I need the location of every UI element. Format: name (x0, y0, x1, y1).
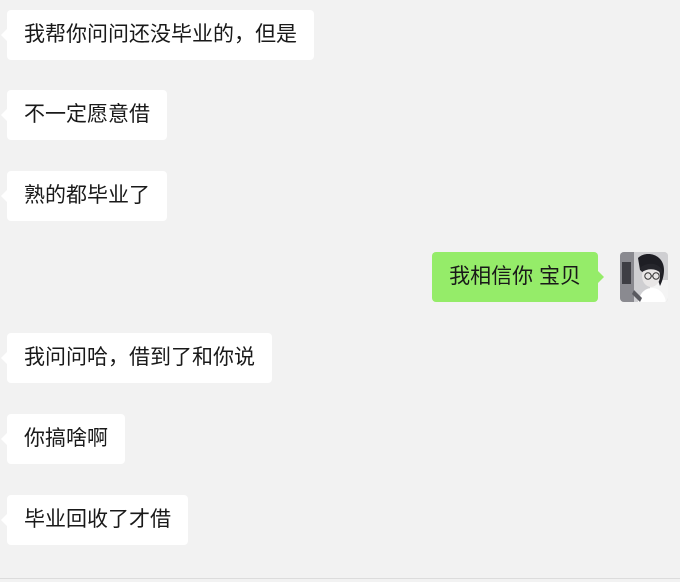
message-bubble-outgoing[interactable]: 我相信你 宝贝 (432, 252, 604, 302)
message-text: 不一定愿意借 (24, 103, 150, 126)
chat-message-list[interactable]: 我帮你问问还没毕业的，但是 不一定愿意借 熟的都毕业了 我相信你 宝贝 我问问哈… (0, 0, 680, 578)
message-bubble-incoming[interactable]: 毕业回收了才借 (1, 495, 188, 545)
message-bubble-incoming[interactable]: 不一定愿意借 (1, 90, 167, 140)
message-text: 我帮你问问还没毕业的，但是 (24, 23, 297, 46)
message-bubble-incoming[interactable]: 我问问哈，借到了和你说 (1, 333, 272, 383)
message-bubble-incoming[interactable]: 我帮你问问还没毕业的，但是 (1, 10, 314, 60)
message-text: 我相信你 宝贝 (449, 265, 581, 288)
message-bubble-incoming[interactable]: 你搞啥啊 (1, 414, 125, 464)
message-text: 我问问哈，借到了和你说 (24, 346, 255, 369)
input-area-divider (0, 578, 680, 579)
message-bubble-incoming[interactable]: 熟的都毕业了 (1, 171, 167, 221)
avatar-photo (620, 252, 668, 302)
avatar[interactable] (620, 252, 668, 302)
message-text: 你搞啥啊 (24, 427, 108, 450)
message-text: 熟的都毕业了 (24, 184, 150, 207)
message-text: 毕业回收了才借 (24, 508, 171, 531)
